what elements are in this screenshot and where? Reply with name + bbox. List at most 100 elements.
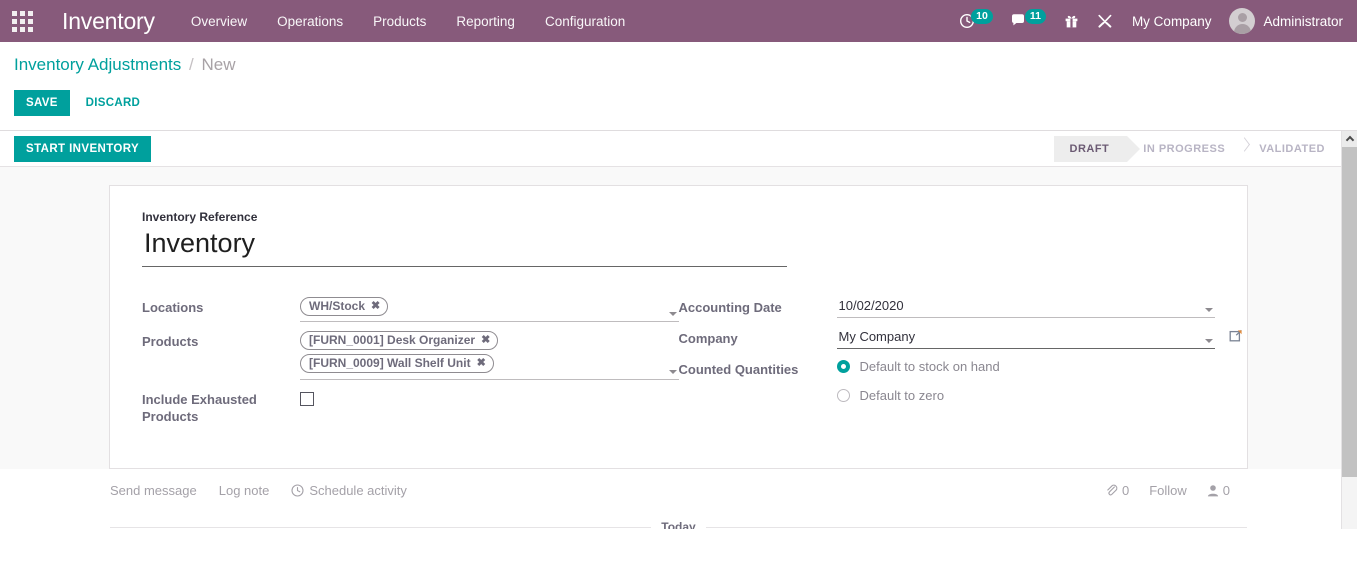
developer-tools-button[interactable] bbox=[1088, 0, 1122, 42]
main-menu: Overview Operations Products Reporting C… bbox=[189, 0, 627, 42]
chevron-down-icon[interactable] bbox=[669, 312, 677, 316]
chatter: Send message Log note Schedule activity bbox=[0, 469, 1357, 529]
status-step-draft[interactable]: DRAFT bbox=[1054, 136, 1128, 162]
menu-item-products[interactable]: Products bbox=[371, 10, 428, 33]
include-exhausted-checkbox[interactable] bbox=[300, 392, 314, 406]
tag-wh-stock[interactable]: WH/Stock ✖ bbox=[300, 297, 388, 316]
log-note-button[interactable]: Log note bbox=[219, 483, 270, 498]
company-value: My Company bbox=[839, 329, 916, 344]
status-step-draft-label: DRAFT bbox=[1070, 143, 1110, 155]
apps-menu-button[interactable] bbox=[0, 0, 44, 42]
schedule-activity-button[interactable]: Schedule activity bbox=[291, 483, 407, 498]
accounting-date-label: Accounting Date bbox=[679, 297, 837, 316]
inventory-reference-input[interactable] bbox=[142, 227, 787, 267]
radio-label: Default to stock on hand bbox=[860, 359, 1000, 374]
status-step-in-progress[interactable]: IN PROGRESS bbox=[1127, 136, 1243, 162]
user-name-label: Administrator bbox=[1263, 14, 1343, 29]
discard-button[interactable]: DISCARD bbox=[74, 90, 153, 116]
sheet-background: Inventory Reference Locations WH/Stock ✖ bbox=[0, 167, 1357, 529]
tag-label: [FURN_0009] Wall Shelf Unit bbox=[309, 356, 471, 371]
radio-default-to-stock-on-hand[interactable]: Default to stock on hand bbox=[837, 359, 1216, 374]
company-input[interactable]: My Company bbox=[837, 328, 1216, 349]
user-menu-button[interactable]: Administrator bbox=[1221, 8, 1347, 34]
locations-input[interactable]: WH/Stock ✖ bbox=[300, 297, 679, 322]
chevron-down-icon[interactable] bbox=[1205, 308, 1213, 312]
chatter-topbar: Send message Log note Schedule activity bbox=[0, 483, 1357, 498]
day-divider: Today bbox=[0, 520, 1357, 529]
accounting-date-input[interactable]: 10/02/2020 bbox=[837, 297, 1216, 318]
chevron-up-icon bbox=[1345, 136, 1353, 144]
title-block: Inventory Reference bbox=[142, 210, 1215, 267]
company-switcher[interactable]: My Company bbox=[1122, 14, 1222, 29]
user-icon bbox=[1207, 484, 1219, 497]
followers-counter[interactable]: 0 bbox=[1207, 483, 1230, 498]
status-step-in-progress-label: IN PROGRESS bbox=[1143, 143, 1225, 155]
divider-line-right bbox=[706, 527, 1247, 528]
chatter-right-meta: 0 Follow 0 bbox=[1105, 483, 1325, 498]
scrollbar-thumb[interactable] bbox=[1342, 147, 1357, 477]
start-inventory-button[interactable]: START INVENTORY bbox=[14, 136, 151, 162]
schedule-activity-label: Schedule activity bbox=[309, 483, 407, 498]
inventory-reference-label: Inventory Reference bbox=[142, 210, 1215, 224]
control-panel: Inventory Adjustments / New SAVE DISCARD bbox=[0, 42, 1357, 130]
counted-quantities-label: Counted Quantities bbox=[679, 359, 837, 378]
menu-item-reporting[interactable]: Reporting bbox=[454, 10, 517, 33]
vertical-scrollbar[interactable] bbox=[1341, 131, 1357, 529]
field-row-locations: Locations WH/Stock ✖ bbox=[142, 297, 679, 322]
menu-item-overview[interactable]: Overview bbox=[189, 10, 249, 33]
status-arrow-icon bbox=[1127, 136, 1140, 162]
apps-grid-icon bbox=[12, 11, 33, 32]
gift-icon bbox=[1064, 13, 1079, 29]
products-input[interactable]: [FURN_0001] Desk Organizer ✖ [FURN_0009]… bbox=[300, 331, 679, 380]
status-step-validated[interactable]: VALIDATED bbox=[1243, 136, 1343, 162]
menu-item-configuration[interactable]: Configuration bbox=[543, 10, 627, 33]
breadcrumb-separator: / bbox=[189, 55, 194, 74]
follow-button[interactable]: Follow bbox=[1149, 483, 1187, 498]
scroll-up-button[interactable] bbox=[1342, 131, 1357, 147]
radio-button-selected-icon[interactable] bbox=[837, 360, 850, 373]
status-pipeline: DRAFT IN PROGRESS VALIDATED bbox=[1054, 136, 1344, 162]
company-external-link-button[interactable] bbox=[1229, 329, 1243, 346]
attachments-counter[interactable]: 0 bbox=[1105, 483, 1129, 498]
record-action-buttons: SAVE DISCARD bbox=[14, 90, 1343, 130]
messages-menu-button[interactable]: 11 bbox=[1002, 0, 1055, 42]
radio-button-unselected-icon[interactable] bbox=[837, 389, 850, 402]
user-avatar-icon bbox=[1229, 8, 1255, 34]
tag-label: [FURN_0001] Desk Organizer bbox=[309, 333, 475, 348]
chevron-down-icon[interactable] bbox=[1205, 339, 1213, 343]
locations-label: Locations bbox=[142, 297, 300, 316]
clock-icon bbox=[291, 484, 304, 497]
chevron-down-icon[interactable] bbox=[669, 370, 677, 374]
form-column-right: Accounting Date 10/02/2020 Company bbox=[679, 297, 1216, 434]
form-column-left: Locations WH/Stock ✖ P bbox=[142, 297, 679, 434]
tag-remove-icon[interactable]: ✖ bbox=[477, 356, 486, 371]
field-row-products: Products [FURN_0001] Desk Organizer ✖ bbox=[142, 331, 679, 380]
breadcrumb: Inventory Adjustments / New bbox=[14, 54, 1343, 76]
radio-default-to-zero[interactable]: Default to zero bbox=[837, 388, 1216, 403]
activities-menu-button[interactable]: 10 bbox=[950, 0, 1002, 42]
attachment-count: 0 bbox=[1122, 483, 1129, 498]
save-button[interactable]: SAVE bbox=[14, 90, 70, 116]
gift-menu-button[interactable] bbox=[1055, 0, 1088, 42]
field-row-include-exhausted: Include Exhausted Products bbox=[142, 389, 679, 425]
menu-item-operations[interactable]: Operations bbox=[275, 10, 345, 33]
breadcrumb-item-new: New bbox=[201, 55, 235, 74]
tag-wall-shelf-unit[interactable]: [FURN_0009] Wall Shelf Unit ✖ bbox=[300, 354, 494, 373]
tag-remove-icon[interactable]: ✖ bbox=[481, 333, 490, 348]
wrench-tools-icon bbox=[1097, 13, 1113, 29]
followers-count: 0 bbox=[1223, 483, 1230, 498]
form-sheet: Inventory Reference Locations WH/Stock ✖ bbox=[109, 185, 1248, 469]
statusbar-row: START INVENTORY DRAFT IN PROGRESS VALIDA… bbox=[0, 131, 1357, 167]
breadcrumb-item-inventory-adjustments[interactable]: Inventory Adjustments bbox=[14, 55, 181, 74]
products-label: Products bbox=[142, 331, 300, 350]
tag-label: WH/Stock bbox=[309, 299, 365, 314]
form-view-area: START INVENTORY DRAFT IN PROGRESS VALIDA… bbox=[0, 130, 1357, 529]
accounting-date-value: 10/02/2020 bbox=[839, 298, 904, 313]
form-columns: Locations WH/Stock ✖ P bbox=[142, 297, 1215, 434]
send-message-button[interactable]: Send message bbox=[110, 483, 197, 498]
systray: 10 11 My Company bbox=[950, 0, 1347, 42]
tag-remove-icon[interactable]: ✖ bbox=[371, 299, 380, 314]
tag-desk-organizer[interactable]: [FURN_0001] Desk Organizer ✖ bbox=[300, 331, 498, 350]
top-navbar: Inventory Overview Operations Products R… bbox=[0, 0, 1357, 42]
external-link-icon bbox=[1229, 329, 1243, 343]
